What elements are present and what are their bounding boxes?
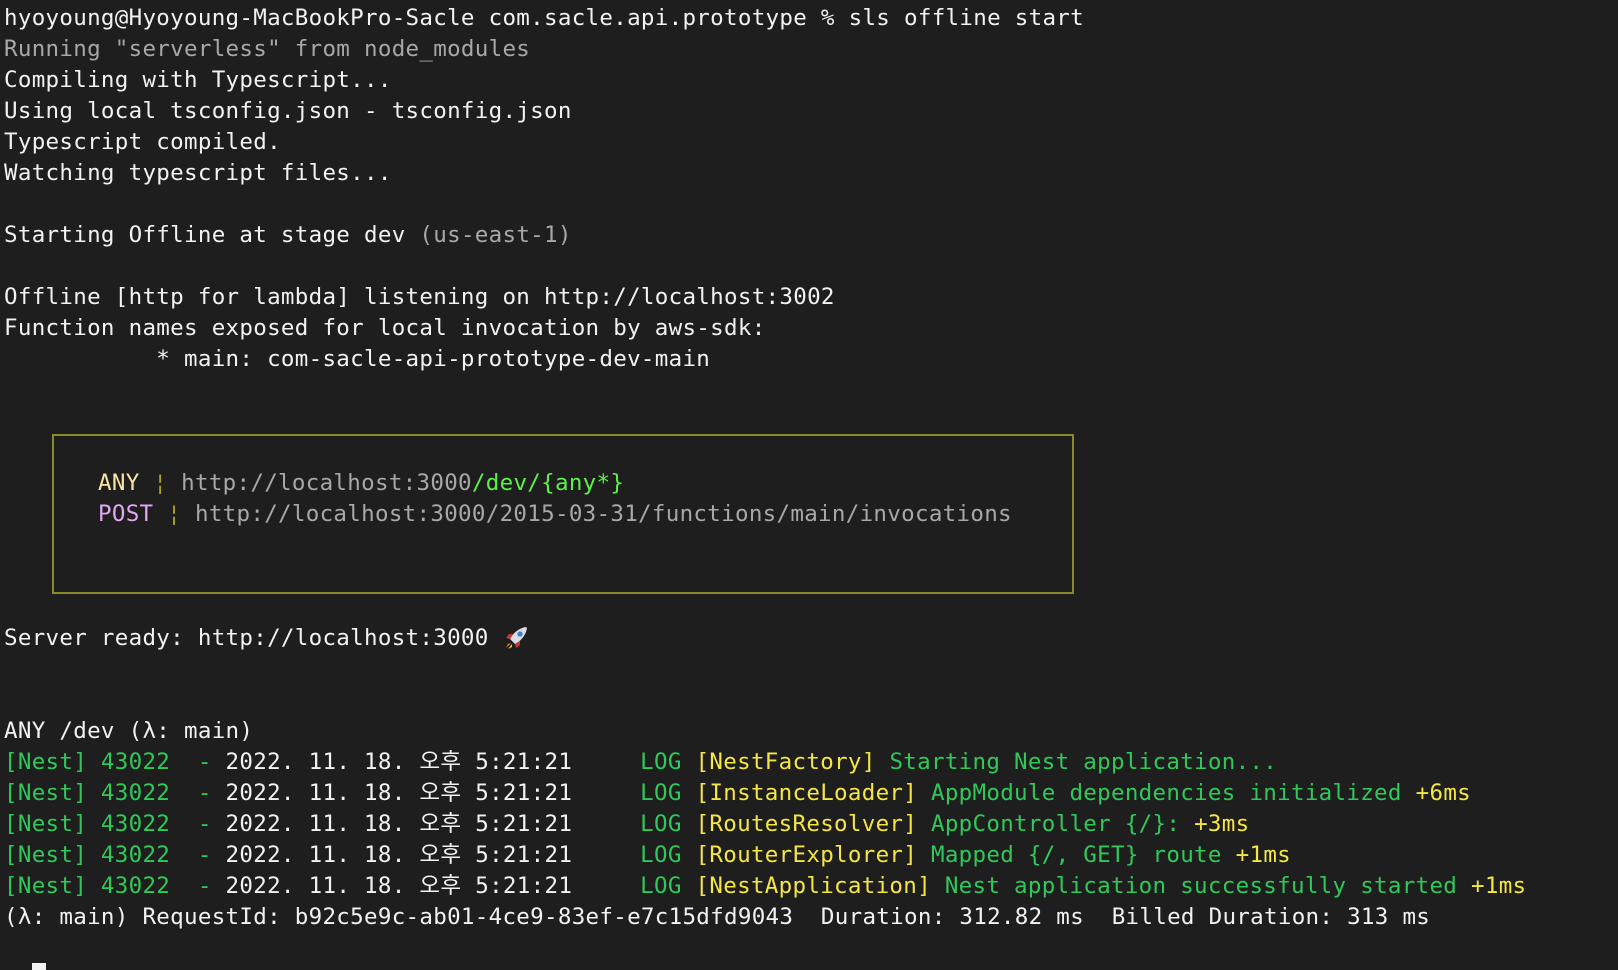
log-message: Starting Nest application... bbox=[889, 749, 1278, 775]
request-summary: (λ: main) RequestId: b92c5e9c-ab01-4ce9-… bbox=[4, 904, 1431, 930]
log-context: [NestFactory] bbox=[695, 749, 876, 775]
log-level: LOG bbox=[640, 749, 682, 775]
route-url-base[interactable]: http://localhost:3000/2015-03-31/functio… bbox=[195, 501, 1012, 527]
log-message: AppController {/}: bbox=[930, 811, 1181, 837]
nest-log-line: [Nest] 43022 - 2022. 11. 18. 오후 5:21:21 L… bbox=[4, 778, 1471, 809]
nest-log-line: [Nest] 43022 - 2022. 11. 18. 오후 5:21:21 L… bbox=[4, 809, 1249, 840]
log-level: LOG bbox=[640, 780, 682, 806]
terminal-window[interactable]: hyoyoung@Hyoyoung-MacBookPro-Sacle com.s… bbox=[0, 0, 1618, 970]
log-prefix: [Nest] 43022 - bbox=[4, 873, 226, 899]
log-prefix: [Nest] 43022 - bbox=[4, 842, 226, 868]
terminal-cursor bbox=[32, 963, 46, 970]
output-function-main: * main: com-sacle-api-prototype-dev-main bbox=[4, 346, 711, 372]
log-context: [InstanceLoader] bbox=[695, 780, 918, 806]
log-delta: +3ms bbox=[1194, 811, 1250, 837]
route-method: POST bbox=[98, 501, 154, 527]
starting-text: Starting Offline at stage dev bbox=[4, 222, 406, 248]
log-delta: +6ms bbox=[1415, 780, 1472, 806]
output-function-names: Function names exposed for local invocat… bbox=[4, 315, 766, 341]
log-message: AppModule dependencies initialized bbox=[930, 780, 1402, 806]
log-message: Mapped {/, GET} route bbox=[930, 842, 1222, 868]
route-separator: ¦ bbox=[167, 501, 182, 527]
output-compiling: Compiling with Typescript... bbox=[4, 67, 392, 93]
log-level: LOG bbox=[640, 842, 682, 868]
output-watching: Watching typescript files... bbox=[4, 160, 392, 186]
route-url-base[interactable]: http://localhost:3000 bbox=[181, 470, 472, 496]
log-prefix: [Nest] 43022 - bbox=[4, 749, 226, 775]
log-prefix: [Nest] 43022 - bbox=[4, 780, 226, 806]
log-timestamp: 2022. 11. 18. 오후 5:21:21 bbox=[225, 749, 573, 775]
server-ready-text: Server ready: http://localhost:3000 bbox=[4, 625, 489, 651]
log-timestamp: 2022. 11. 18. 오후 5:21:21 bbox=[225, 873, 573, 899]
log-context: [NestApplication] bbox=[695, 873, 931, 899]
output-offline-http: Offline [http for lambda] listening on h… bbox=[4, 284, 835, 310]
rocket-icon bbox=[502, 624, 530, 649]
output-tsconfig: Using local tsconfig.json - tsconfig.jso… bbox=[4, 98, 572, 124]
log-timestamp: 2022. 11. 18. 오후 5:21:21 bbox=[225, 780, 573, 806]
nest-log-line: [Nest] 43022 - 2022. 11. 18. 오후 5:21:21 L… bbox=[4, 747, 1277, 778]
route-post: POST ¦ http://localhost:3000/2015-03-31/… bbox=[98, 499, 1012, 530]
request-header: ANY /dev (λ: main) bbox=[4, 718, 254, 744]
route-any: ANY ¦ http://localhost:3000/dev/{any*} bbox=[98, 468, 624, 499]
log-level: LOG bbox=[640, 873, 682, 899]
log-prefix: [Nest] 43022 - bbox=[4, 811, 226, 837]
output-running: Running "serverless" from node_modules bbox=[4, 36, 531, 62]
output-compiled: Typescript compiled. bbox=[4, 129, 281, 155]
output-starting-offline: Starting Offline at stage dev (us-east-1… bbox=[4, 220, 572, 251]
log-context: [RoutesResolver] bbox=[695, 811, 918, 837]
log-delta: +1ms bbox=[1471, 873, 1527, 899]
log-context: [RouterExplorer] bbox=[695, 842, 918, 868]
nest-log-line: [Nest] 43022 - 2022. 11. 18. 오후 5:21:21 L… bbox=[4, 840, 1291, 871]
log-delta: +1ms bbox=[1235, 842, 1292, 868]
log-timestamp: 2022. 11. 18. 오후 5:21:21 bbox=[225, 811, 573, 837]
log-message: Nest application successfully started bbox=[944, 873, 1458, 899]
route-url-path: /dev/{any*} bbox=[471, 470, 625, 496]
log-level: LOG bbox=[640, 811, 682, 837]
shell-prompt-line: hyoyoung@Hyoyoung-MacBookPro-Sacle com.s… bbox=[4, 5, 1084, 31]
nest-log-line: [Nest] 43022 - 2022. 11. 18. 오후 5:21:21 L… bbox=[4, 871, 1526, 902]
route-separator: ¦ bbox=[153, 470, 168, 496]
route-method: ANY bbox=[98, 470, 140, 496]
region-text: (us-east-1) bbox=[419, 222, 572, 248]
server-ready-line: Server ready: http://localhost:3000 bbox=[4, 623, 530, 654]
log-timestamp: 2022. 11. 18. 오후 5:21:21 bbox=[225, 842, 573, 868]
